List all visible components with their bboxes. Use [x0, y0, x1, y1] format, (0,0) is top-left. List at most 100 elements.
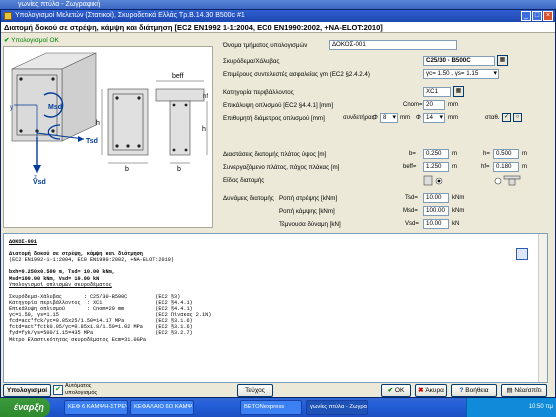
h-dim-label-rect: h	[96, 120, 100, 127]
cover-prefix: Cnom=	[403, 102, 423, 108]
report-text: ΔΟΚΟΣ-001 Διατομή δοκού σε στρέψη, κάμψη…	[9, 239, 489, 343]
tsd-prefix: Tsd=	[405, 195, 418, 201]
msd-unit: kNm	[452, 208, 465, 214]
envclass-input[interactable]: XC1	[423, 87, 451, 97]
stirrup-dia-select[interactable]: 8	[380, 113, 398, 123]
b-dim-label-t: b	[177, 166, 181, 173]
stirrup-type-label: σταθ.	[485, 115, 500, 121]
report-line2: (EC2 EN1992-1-1:2004, EC0 EN1990:2002, +…	[9, 257, 174, 264]
section-type-label: Είδος διατομής	[223, 177, 265, 184]
background-window-title: γωνίες πτύλα - Ζωγραφική	[0, 0, 556, 9]
report-line5: Υπολογισμοί οπλισμών σκυροδέματος	[9, 281, 112, 288]
report-scrollbar[interactable]	[538, 234, 547, 382]
section-type-t-option[interactable]	[493, 175, 527, 188]
print-button[interactable]: Τεύχος	[237, 384, 273, 397]
new-button[interactable]: ▤ Νέα/σπίτι	[501, 384, 547, 397]
report-row: Κατηγορία περιβάλλοντος : XC1 (EC2 §4.4.…	[9, 299, 193, 306]
beff-unit: m	[452, 164, 457, 170]
b-input[interactable]: 0.250	[423, 149, 449, 159]
msd-label: Msd	[48, 104, 62, 111]
tsd-label: Ροπή στρέψης [kNm]	[279, 195, 338, 202]
envclass-label: Κατηγορία περιβάλλοντος	[223, 89, 294, 96]
report-row: Μέτρο Ελαστικότητας σκυροδέματος Ecm=31.…	[9, 336, 146, 343]
h-input[interactable]: 0.500	[493, 149, 519, 159]
b-prefix: b=	[409, 151, 416, 157]
z-axis-label: z	[34, 175, 37, 181]
print-icon[interactable]	[516, 248, 528, 260]
help-label: Βοήθεια	[465, 387, 489, 394]
stirrup-dia-unit: mm	[400, 115, 410, 121]
vsd-input[interactable]: 10.00	[423, 219, 449, 229]
check-icon: ✔	[387, 387, 395, 394]
stirrup-type-icon[interactable]: ○	[513, 113, 522, 122]
vsd-label: Τέμνουσα δύναμη [kN]	[279, 221, 341, 228]
taskbar-item-active[interactable]: γωνίες πτύλα - Ζωγραφ...	[306, 400, 368, 415]
hf-dim-label: hf	[203, 94, 208, 100]
main-dia-select[interactable]: 14	[423, 113, 445, 123]
report-row: fyd=fyk/γs=500/1.15=435 MPa (EC2 §3.2.7)	[9, 330, 193, 337]
report-panel[interactable]: ΔΟΚΟΣ-001 Διατομή δοκού σε στρέψη, κάμψη…	[3, 233, 548, 383]
maximize-icon[interactable]: □	[532, 11, 542, 21]
beff-dim-label: beff	[172, 73, 184, 80]
ok-button[interactable]: ✔ OK	[381, 384, 411, 397]
tsd-label: Tsd	[86, 138, 98, 145]
h-dim-label-t: h	[202, 126, 206, 133]
start-button[interactable]: έναρξη	[0, 398, 50, 417]
envclass-icon[interactable]: ▦	[453, 86, 464, 97]
hf-unit: m	[522, 164, 527, 170]
close-icon[interactable]: ×	[543, 11, 553, 21]
bar-label: Επιθυμητή διάμετρος οπλισμού [mm]	[223, 115, 325, 122]
y-axis-label: y	[10, 105, 13, 111]
report-row: Σκυρόδεμα-Χάλυβας : C25/30-B500C (EC2 §3…	[9, 293, 181, 300]
main-dia-unit: mm	[448, 115, 458, 121]
beff-prefix: beff=	[403, 164, 417, 170]
input-form: Όνομα τμήματος υπολογισμών ΔΟΚΟΣ-001 Σκυ…	[217, 37, 547, 233]
b-unit: m	[452, 151, 457, 157]
cover-unit: mm	[448, 102, 458, 108]
app-icon	[4, 12, 12, 20]
report-title: ΔΟΚΟΣ-001	[9, 239, 38, 245]
safety-select[interactable]: γc= 1.50 , γs= 1.15	[423, 69, 499, 79]
dims-label: Διαστάσεις διατομής πλάτος ύψος [m]	[223, 151, 327, 158]
materials-icon[interactable]: ▦	[497, 55, 508, 66]
status-ok: ✔ Υπολογισμοί OK	[4, 36, 59, 44]
name-label: Όνομα τμήματος υπολογισμών	[223, 42, 308, 49]
window-titlebar[interactable]: Υπολογισμοί Μελετών (Στατικοί), Σκυροδετ…	[1, 10, 555, 22]
hf-input[interactable]: 0.180	[493, 162, 519, 172]
hf-prefix: hf=	[481, 164, 490, 170]
flange-label: Συνεργαζόμενο πλάτος, πάχος πλάκας [m]	[223, 164, 340, 171]
b-dim-label-rect: b	[125, 166, 129, 173]
msd-input[interactable]: 100.00	[423, 206, 449, 216]
report-line3: bxh=0.250x0.500 m, Tsd= 10.00 kNm,	[9, 269, 115, 276]
status-text: Υπολογισμοί OK	[11, 37, 59, 44]
beam-section-drawing: Msd Tsd Vsd y z b h beff hf b h	[10, 52, 208, 186]
clock: 10:50 πμ	[528, 404, 553, 410]
phi-symbol-1: Φ	[373, 115, 378, 121]
system-tray: 10:50 πμ	[466, 398, 556, 417]
cancel-button[interactable]: ✖ Άκυρα	[415, 384, 447, 397]
tsd-unit: kNm	[452, 195, 465, 201]
minimize-icon[interactable]: _	[521, 11, 531, 21]
concrete-select[interactable]: C25/30 - B500C	[423, 56, 495, 66]
taskbar-item[interactable]: BETONexpress	[240, 400, 302, 415]
tsd-input[interactable]: 10.00	[423, 193, 449, 203]
cancel-label: Άκυρα	[425, 387, 444, 394]
app-window: Υπολογισμοί Μελετών (Στατικοί), Σκυροδετ…	[0, 9, 556, 398]
help-button[interactable]: ? Βοήθεια	[451, 384, 497, 397]
cover-label: Επικάλυψη οπλισμού [EC2 §4.4.1] [mm]	[223, 102, 334, 109]
section-type-rect-option[interactable]	[423, 175, 457, 188]
bar-long-prefix: συνδετήρας	[343, 115, 375, 121]
window-controls: _ □ ×	[520, 11, 553, 21]
name-input[interactable]: ΔΟΚΟΣ-001	[329, 40, 457, 50]
msd-prefix: Msd=	[403, 208, 418, 214]
auto-calc-checkbox[interactable]: ✔	[53, 385, 63, 395]
h-unit: m	[522, 151, 527, 157]
taskbar-item[interactable]: ΚΕΦΑΛΑΙΟ 6Ο ΚΑΜΨ...	[130, 400, 194, 415]
report-line1: Διατομή δοκού σε στρέψη, κάμψη και διάτμ…	[9, 251, 143, 258]
taskbar-item[interactable]: ΚΕΦ 6 ΚΑΜΨΗ-ΣΤΡΕΨΗ	[64, 400, 128, 415]
beff-input[interactable]: 1.250	[423, 162, 449, 172]
h-prefix: h=	[483, 151, 490, 157]
stirrup-check-icon[interactable]: ✓	[502, 113, 511, 122]
cover-input[interactable]: 20	[423, 100, 445, 110]
calc-button[interactable]: Υπολογισμοί	[3, 384, 51, 397]
